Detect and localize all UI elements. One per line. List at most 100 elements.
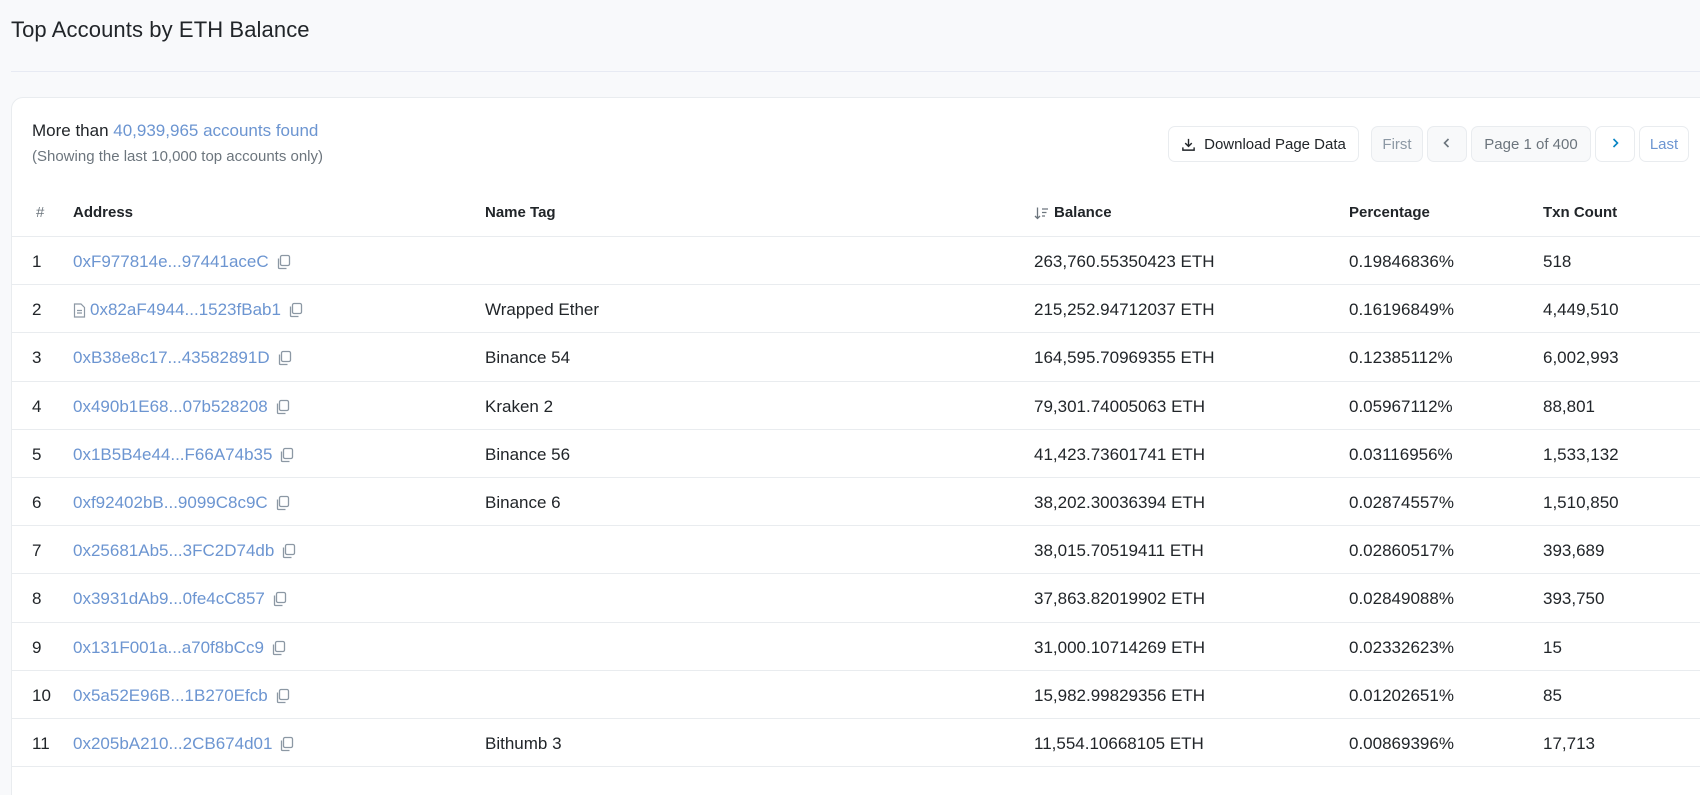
address-link[interactable]: 0x205bA210...2CB674d01 — [73, 734, 272, 754]
row-rank: 11 — [32, 734, 50, 753]
row-percentage: 0.01202651% — [1349, 685, 1454, 705]
address-link[interactable]: 0x3931dAb9...0fe4cC857 — [73, 589, 265, 609]
copy-icon[interactable] — [288, 302, 303, 318]
copy-icon[interactable] — [275, 495, 290, 511]
first-page-button[interactable]: First — [1371, 126, 1423, 162]
row-address-cell: 0x82aF4944...1523fBab1 — [73, 300, 303, 320]
accounts-summary: More than 40,939,965 accounts found — [32, 121, 318, 141]
table-row: 3 0xB38e8c17...43582891D Binance 54 164,595… — [12, 333, 1700, 382]
copy-icon[interactable] — [272, 591, 287, 607]
table-row: 6 0xf92402bB...9099C8c9C Binance 6 38,202.3… — [12, 478, 1700, 527]
copy-icon[interactable] — [276, 254, 291, 270]
row-address-cell: 0x131F001a...a70f8bCc9 — [73, 638, 286, 658]
row-rank: 1 — [32, 252, 42, 271]
table-row: 7 0x25681Ab5...3FC2D74db 38,015.70519411 E… — [12, 526, 1700, 575]
page-indicator: Page 1 of 400 — [1471, 126, 1591, 162]
column-header-address: Address — [73, 204, 134, 221]
download-icon — [1181, 137, 1196, 152]
sort-descending-icon[interactable] — [1034, 206, 1049, 220]
row-balance: 79,301.74005063 ETH — [1034, 396, 1206, 416]
address-link[interactable]: 0x5a52E96B...1B270Efcb — [73, 686, 268, 706]
row-percentage: 0.02874557% — [1349, 493, 1454, 512]
row-rank: 7 — [32, 541, 42, 561]
contract-file-icon — [73, 303, 86, 318]
row-rank: 8 — [32, 589, 42, 609]
table-row: 5 0x1B5B4e44...F66A74b35 Binance 56 41,423.… — [12, 430, 1700, 478]
row-balance: 37,863.82019902 ETH — [1034, 589, 1206, 609]
row-percentage: 0.02860517% — [1349, 541, 1454, 561]
table-row: 11 0x205bA210...2CB674d01 Bithumb 3 11,554.… — [12, 719, 1700, 768]
row-percentage: 0.02332623% — [1349, 637, 1454, 657]
address-link[interactable]: 0xf92402bB...9099C8c9C — [73, 493, 268, 513]
download-label: Download Page Data — [1204, 135, 1346, 153]
row-name-tag: Bithumb 3 — [485, 734, 562, 753]
copy-icon[interactable] — [275, 688, 290, 704]
accounts-found-link[interactable]: 40,939,965 accounts found — [113, 121, 318, 140]
previous-page-button[interactable] — [1427, 126, 1467, 162]
row-percentage: 0.16196849% — [1349, 300, 1454, 320]
row-rank: 10 — [32, 685, 51, 705]
row-balance: 263,760.55350423 ETH — [1034, 252, 1215, 271]
table-row: 4 0x490b1E68...07b528208 Kraken 2 79,301.74… — [12, 382, 1700, 430]
row-name-tag: Wrapped Ether — [485, 300, 600, 320]
row-address-cell: 0xB38e8c17...43582891D — [73, 348, 292, 368]
accounts-card: More than 40,939,965 accounts found (Sho… — [11, 97, 1700, 795]
row-txn-count: 17,713 — [1543, 734, 1595, 753]
row-percentage: 0.19846836% — [1349, 252, 1454, 271]
address-link[interactable]: 0x82aF4944...1523fBab1 — [90, 300, 281, 320]
address-link[interactable]: 0xF977814e...97441aceC — [73, 252, 269, 272]
address-link[interactable]: 0x490b1E68...07b528208 — [73, 397, 268, 417]
row-balance: 41,423.73601741 ETH — [1034, 444, 1206, 464]
column-header-balance[interactable]: Balance — [1034, 204, 1112, 221]
row-address-cell: 0x5a52E96B...1B270Efcb — [73, 686, 290, 706]
accounts-summary-note: (Showing the last 10,000 top accounts on… — [32, 148, 324, 165]
row-balance: 215,252.94712037 ETH — [1034, 300, 1215, 320]
copy-icon[interactable] — [279, 447, 294, 463]
row-balance: 38,015.70519411 ETH — [1034, 541, 1204, 561]
table-row: 1 0xF977814e...97441aceC 263,760.55350423 … — [12, 237, 1700, 286]
row-txn-count: 15 — [1543, 637, 1562, 657]
row-percentage: 0.03116956% — [1349, 444, 1453, 464]
row-rank: 6 — [32, 493, 42, 512]
row-txn-count: 6,002,993 — [1543, 348, 1619, 368]
row-rank: 5 — [32, 444, 42, 464]
row-address-cell: 0xF977814e...97441aceC — [73, 252, 291, 272]
table-row: 2 0x82aF4944...1523fBab1 Wrapped Ether 215,… — [12, 285, 1700, 334]
chevron-right-icon — [1609, 136, 1621, 153]
chevron-left-icon — [1441, 136, 1453, 153]
address-link[interactable]: 0x25681Ab5...3FC2D74db — [73, 541, 274, 561]
row-txn-count: 1,510,850 — [1543, 493, 1619, 512]
row-txn-count: 393,689 — [1543, 541, 1605, 561]
row-txn-count: 393,750 — [1543, 589, 1605, 609]
column-header-rank: # — [36, 204, 45, 221]
row-address-cell: 0x25681Ab5...3FC2D74db — [73, 541, 296, 561]
address-link[interactable]: 0x131F001a...a70f8bCc9 — [73, 638, 264, 658]
table-row: 8 0x3931dAb9...0fe4cC857 37,863.82019902 E… — [12, 574, 1700, 623]
page-title: Top Accounts by ETH Balance — [11, 17, 310, 42]
row-rank: 9 — [32, 637, 42, 657]
copy-icon[interactable] — [271, 640, 286, 656]
row-txn-count: 88,801 — [1543, 396, 1595, 416]
row-balance: 15,982.99829356 ETH — [1034, 685, 1206, 705]
address-link[interactable]: 0xB38e8c17...43582891D — [73, 348, 270, 368]
row-rank: 4 — [32, 396, 42, 416]
row-name-tag: Binance 56 — [485, 444, 571, 464]
row-balance: 11,554.10668105 ETH — [1034, 734, 1204, 753]
summary-prefix: More than — [32, 121, 114, 140]
row-percentage: 0.05967112% — [1349, 396, 1453, 416]
row-txn-count: 1,533,132 — [1543, 444, 1619, 464]
row-name-tag: Binance 54 — [485, 348, 571, 368]
row-rank: 2 — [32, 300, 42, 320]
copy-icon[interactable] — [277, 350, 292, 366]
next-page-button[interactable] — [1595, 126, 1635, 162]
row-txn-count: 518 — [1543, 252, 1572, 271]
download-page-data-button[interactable]: Download Page Data — [1168, 126, 1359, 162]
column-header-percentage: Percentage — [1349, 204, 1430, 221]
copy-icon[interactable] — [275, 399, 290, 415]
last-page-button[interactable]: Last — [1639, 126, 1689, 162]
row-balance: 31,000.10714269 ETH — [1034, 637, 1206, 657]
address-link[interactable]: 0x1B5B4e44...F66A74b35 — [73, 445, 272, 465]
copy-icon[interactable] — [281, 543, 296, 559]
copy-icon[interactable] — [279, 736, 294, 752]
row-percentage: 0.02849088% — [1349, 589, 1454, 609]
